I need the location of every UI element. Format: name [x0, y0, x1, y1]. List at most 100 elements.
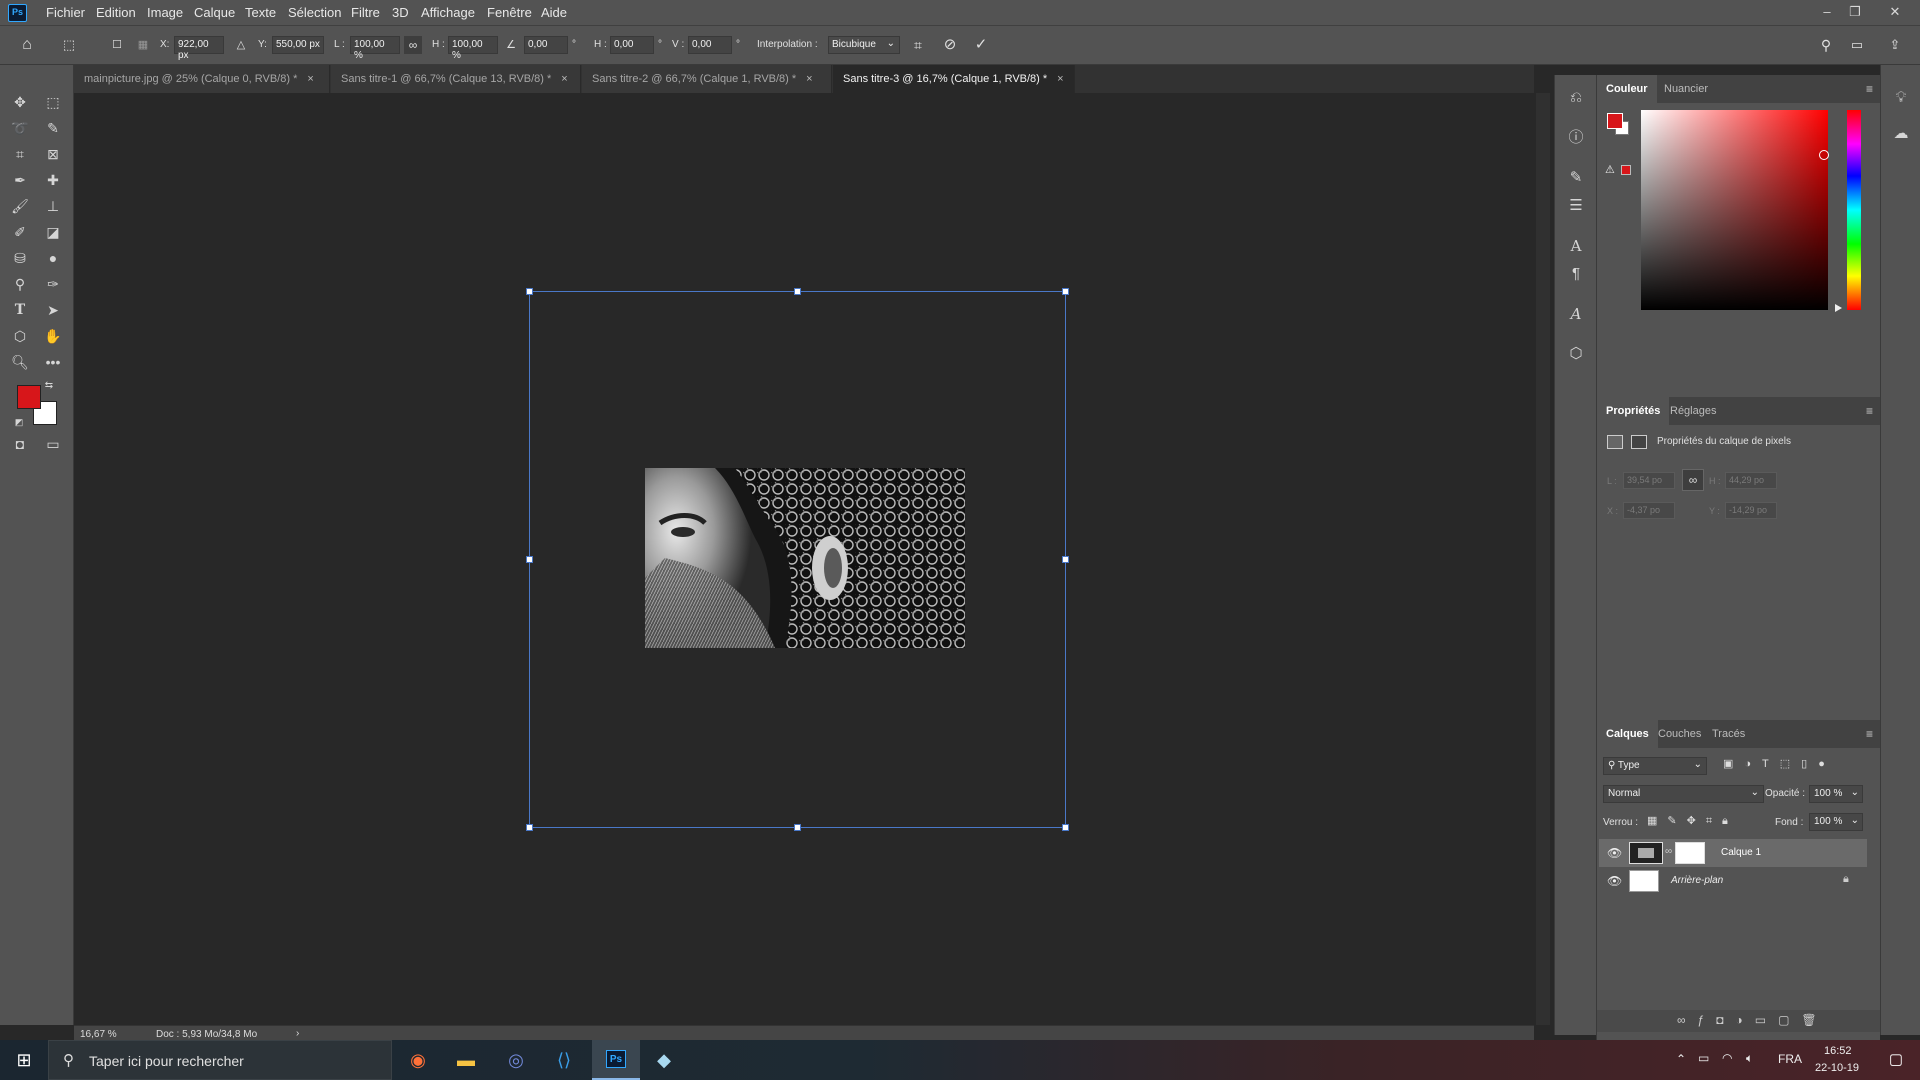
mask-icon[interactable]: [1631, 435, 1647, 449]
photoshop-taskbar-button[interactable]: Ps: [592, 1040, 640, 1080]
layer-filter-select[interactable]: ⚲ Type ⌄: [1603, 757, 1707, 775]
firefox-icon[interactable]: ◉: [394, 1040, 442, 1080]
tab-nuancier[interactable]: Nuancier: [1655, 75, 1717, 103]
eraser-tool-icon[interactable]: ◪: [41, 221, 65, 243]
healing-brush-tool-icon[interactable]: ✚: [41, 169, 65, 191]
width-field[interactable]: 100,00 %: [350, 36, 400, 61]
quick-selection-tool-icon[interactable]: ✎: [41, 117, 65, 139]
tab-traces[interactable]: Tracés: [1703, 720, 1754, 748]
zoom-tool-icon[interactable]: 🔍︎: [8, 351, 32, 373]
dodge-tool-icon[interactable]: ⚲: [8, 273, 32, 295]
menu-filtre[interactable]: Filtre: [351, 5, 380, 20]
menu-affichage[interactable]: Affichage: [421, 5, 475, 20]
transform-handle-right[interactable]: [1062, 556, 1069, 563]
menu-calque[interactable]: Calque: [194, 5, 235, 20]
windows-start-icon[interactable]: ⊞: [0, 1040, 48, 1080]
lasso-tool-icon[interactable]: ➰: [8, 117, 32, 139]
hskew-field[interactable]: 0,00: [610, 36, 654, 54]
tab-couleur[interactable]: Couleur: [1597, 75, 1657, 103]
discord-icon[interactable]: ◎: [492, 1040, 540, 1080]
gamut-warning-icon[interactable]: ⚠: [1605, 163, 1615, 176]
panel-menu-icon[interactable]: ≡: [1866, 82, 1873, 96]
chain-icon[interactable]: ∞: [1665, 846, 1672, 857]
link-dimensions-icon[interactable]: ∞: [1682, 469, 1704, 491]
workspace-icon[interactable]: ▭: [1848, 36, 1866, 54]
share-icon[interactable]: ⇪: [1886, 36, 1904, 54]
paragraph-panel-icon[interactable]: ¶: [1562, 261, 1590, 287]
close-tab-icon[interactable]: ×: [561, 73, 567, 85]
menu-texte[interactable]: Texte: [245, 5, 276, 20]
minimize-icon[interactable]: –: [1816, 2, 1838, 22]
notifications-icon[interactable]: ▢: [1872, 1040, 1920, 1080]
cancel-transform-icon[interactable]: ⊘: [941, 36, 959, 54]
foreground-color-swatch-front[interactable]: [17, 385, 41, 409]
hand-tool-icon[interactable]: ✋: [41, 325, 65, 347]
h-field[interactable]: 44,29 po: [1725, 472, 1777, 489]
gamut-swatch[interactable]: [1621, 165, 1631, 175]
warp-icon[interactable]: ⌗: [909, 36, 927, 54]
path-selection-tool-icon[interactable]: ➤: [41, 299, 65, 321]
angle-field[interactable]: 0,00: [524, 36, 568, 54]
status-menu-arrow[interactable]: ›: [296, 1028, 299, 1039]
hue-slider[interactable]: [1847, 110, 1861, 310]
blur-tool-icon[interactable]: ●: [41, 247, 65, 269]
history-panel-icon[interactable]: ⎌: [1562, 85, 1590, 111]
hue-slider-handle[interactable]: [1835, 304, 1842, 312]
menu-selection[interactable]: Sélection: [288, 5, 341, 20]
tab-proprietes[interactable]: Propriétés: [1597, 397, 1670, 425]
zoom-level[interactable]: 16,67 %: [80, 1029, 117, 1040]
color-picker-field[interactable]: [1641, 110, 1829, 310]
menu-3d[interactable]: 3D: [392, 5, 409, 20]
info-panel-icon[interactable]: ⓘ: [1562, 125, 1590, 151]
layer-row-calque-1[interactable]: 👁︎ ∞ Calque 1: [1599, 839, 1867, 867]
transform-handle-bottom-right[interactable]: [1062, 824, 1069, 831]
vertical-scrollbar[interactable]: [1536, 93, 1550, 1025]
layer-name[interactable]: Arrière-plan: [1671, 875, 1723, 886]
character-panel-icon[interactable]: A: [1562, 233, 1590, 259]
color-picker-cursor[interactable]: [1819, 150, 1829, 160]
vskew-field[interactable]: 0,00: [688, 36, 732, 54]
reference-point-grid-icon[interactable]: ▦: [134, 36, 152, 54]
3d-panel-icon[interactable]: ⬡: [1562, 341, 1590, 367]
menu-aide[interactable]: Aide: [541, 5, 567, 20]
taskbar-search-box[interactable]: ⚲ Taper ici pour rechercher: [48, 1040, 392, 1080]
layer-actions-icons[interactable]: ∞ƒ◘◑▭▢🗑︎: [1677, 1013, 1829, 1027]
layer-row-arriere-plan[interactable]: 👁︎ Arrière-plan 🔒︎: [1599, 867, 1867, 895]
tray-chevron-icon[interactable]: ⌃: [1676, 1052, 1686, 1066]
layer-filter-icons[interactable]: ▣◑T⬚▯●: [1723, 757, 1873, 775]
reference-point-checkbox-icon[interactable]: ☐: [108, 36, 126, 54]
quick-mask-icon[interactable]: ◘: [8, 433, 32, 455]
transform-handle-left[interactable]: [526, 556, 533, 563]
commit-transform-icon[interactable]: ✓: [972, 36, 990, 54]
transform-tool-icon[interactable]: ⬚: [60, 36, 78, 54]
brush-tool-icon[interactable]: 🖌: [8, 195, 32, 217]
interpolation-select[interactable]: Bicubique ⌄: [828, 36, 900, 54]
crop-tool-icon[interactable]: ⌗: [8, 143, 32, 165]
wifi-icon[interactable]: ◠: [1722, 1051, 1732, 1065]
glyphs-panel-icon[interactable]: A: [1562, 301, 1590, 327]
lock-icons[interactable]: ▦✎✥⌗🔒︎: [1647, 814, 1757, 830]
panel-menu-icon[interactable]: ≡: [1866, 404, 1873, 418]
blend-mode-select[interactable]: Normal ⌄: [1603, 785, 1764, 803]
marquee-tool-icon[interactable]: ⬚: [41, 91, 65, 113]
file-explorer-icon[interactable]: ▬: [442, 1040, 490, 1080]
delta-icon[interactable]: △: [232, 36, 250, 54]
canvas-area[interactable]: [74, 93, 1550, 1025]
shape-tool-icon[interactable]: ⬡: [8, 325, 32, 347]
photoshop-logo[interactable]: Ps: [8, 4, 27, 22]
transform-handle-bottom[interactable]: [794, 824, 801, 831]
screen-mode-icon[interactable]: ▭: [41, 433, 65, 455]
frame-tool-icon[interactable]: ⊠: [41, 143, 65, 165]
menu-image[interactable]: Image: [147, 5, 183, 20]
height-field[interactable]: 100,00 %: [448, 36, 498, 61]
eye-icon[interactable]: 👁︎: [1607, 874, 1622, 888]
close-tab-icon[interactable]: ×: [806, 73, 812, 85]
panel-menu-icon[interactable]: ≡: [1866, 727, 1873, 741]
tab-sans-titre-2[interactable]: Sans titre-2 @ 66,7% (Calque 1, RVB/8) *…: [582, 65, 832, 93]
move-tool-icon[interactable]: ✥: [8, 91, 32, 113]
brush-settings-icon[interactable]: ✎: [1562, 165, 1590, 191]
close-tab-icon[interactable]: ×: [307, 73, 313, 85]
swap-colors-icon[interactable]: ⇆: [42, 375, 56, 397]
x-field[interactable]: 922,00 px: [174, 36, 224, 61]
menu-fenetre[interactable]: Fenêtre: [487, 5, 532, 20]
